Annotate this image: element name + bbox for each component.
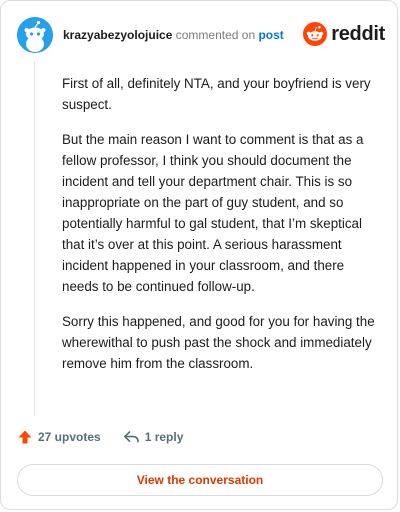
- view-conversation-button[interactable]: View the conversation: [17, 464, 383, 496]
- comment-actions: 27 upvotes 1 reply: [17, 429, 205, 445]
- comment-card: krazyabezyolojuice commented on post red…: [0, 0, 398, 510]
- reply-count: 1 reply: [144, 430, 184, 444]
- reply-button[interactable]: 1 reply: [123, 429, 184, 445]
- comment-paragraph: But the main reason I want to comment is…: [62, 132, 364, 294]
- reddit-brand[interactable]: reddit: [303, 21, 385, 47]
- comment-paragraph: Sorry this happened, and good for you fo…: [62, 314, 375, 371]
- upvote-arrow-icon: [18, 430, 32, 444]
- snoo-avatar-icon[interactable]: [17, 17, 53, 53]
- thread-line: [34, 61, 35, 416]
- reddit-logo-icon: [303, 22, 328, 46]
- comment-paragraph: First of all, definitely NTA, and your b…: [62, 76, 371, 112]
- upvote-button[interactable]: 27 upvotes: [17, 429, 101, 445]
- comment-header: krazyabezyolojuice commented on post red…: [17, 17, 385, 53]
- post-link[interactable]: post: [258, 28, 283, 42]
- comment-body: First of all, definitely NTA, and your b…: [62, 73, 380, 388]
- reply-arrow-icon: [123, 431, 139, 443]
- comment-meta: krazyabezyolojuice commented on post: [63, 27, 284, 43]
- commented-on-text: commented on: [175, 28, 256, 42]
- upvote-count: 27 upvotes: [38, 430, 101, 444]
- username[interactable]: krazyabezyolojuice: [63, 28, 172, 42]
- brand-name: reddit: [331, 22, 385, 45]
